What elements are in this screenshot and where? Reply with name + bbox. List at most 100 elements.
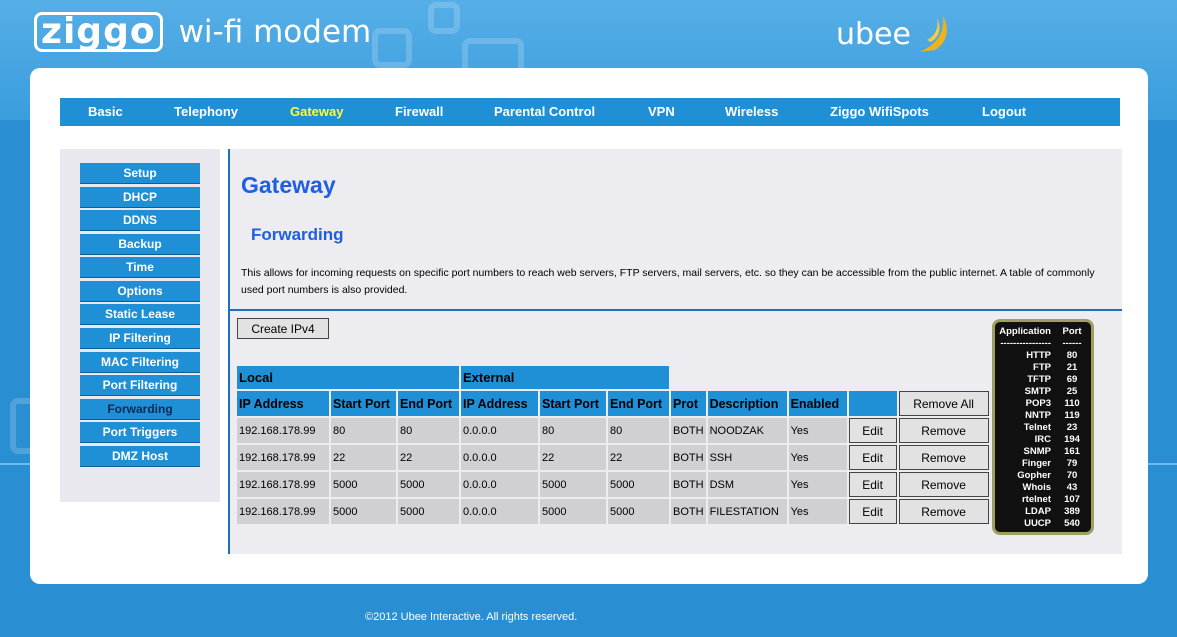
header-enabled: Enabled	[788, 391, 847, 416]
cell-description: DSM	[707, 472, 787, 497]
header-ext-start: Start Port	[540, 391, 606, 416]
header-ext-ip: IP Address	[461, 391, 538, 416]
group-spacer	[671, 366, 989, 389]
remove-all-button[interactable]: Remove All	[898, 391, 989, 416]
sidebar-item-backup[interactable]: Backup	[80, 234, 200, 254]
port-row: HTTP 80	[995, 350, 1091, 362]
port-row: Whois 43	[995, 482, 1091, 494]
cell-local-ip: 192.168.178.99	[237, 445, 329, 470]
edit-button[interactable]: Edit	[848, 499, 897, 524]
port-row: UUCP 540	[995, 518, 1091, 530]
port-app: Gopher	[1017, 470, 1051, 481]
page-title: Gateway	[241, 172, 336, 198]
nav-vpn[interactable]: VPN	[648, 104, 675, 119]
port-number: 161	[1064, 446, 1080, 457]
nav-basic[interactable]: Basic	[88, 104, 123, 119]
cell-ext-ip: 0.0.0.0	[461, 418, 538, 443]
nav-firewall[interactable]: Firewall	[395, 104, 443, 119]
cell-enabled: Yes	[788, 418, 847, 443]
sidebar-item-time[interactable]: Time	[80, 257, 200, 277]
page-description: This allows for incoming requests on spe…	[241, 267, 1095, 296]
cell-local-start: 80	[331, 418, 396, 443]
cell-ext-end: 22	[608, 445, 669, 470]
port-app: Telnet	[1023, 422, 1051, 433]
cell-description: FILESTATION	[707, 499, 787, 524]
decor-square	[372, 28, 412, 68]
cell-local-end: 80	[398, 418, 459, 443]
edit-button[interactable]: Edit	[848, 418, 897, 443]
nav-telephony[interactable]: Telephony	[174, 104, 238, 119]
edit-button[interactable]: Edit	[848, 472, 897, 497]
ports-dash-app: ----------------	[1000, 338, 1051, 349]
sidebar-item-mac-filtering[interactable]: MAC Filtering	[80, 352, 200, 372]
cell-local-ip: 192.168.178.99	[237, 499, 329, 524]
cell-ext-end: 5000	[608, 472, 669, 497]
header-description: Description	[707, 391, 787, 416]
sidebar-item-dmz-host[interactable]: DMZ Host	[80, 446, 200, 466]
table-row: 192.168.178.99 80 80 0.0.0.0 80 80 BOTH …	[237, 418, 989, 443]
bird-icon	[918, 16, 947, 52]
ports-head-port: Port	[1062, 326, 1082, 337]
table-row: 192.168.178.99 22 22 0.0.0.0 22 22 BOTH …	[237, 445, 989, 470]
sidebar-item-ip-filtering[interactable]: IP Filtering	[80, 328, 200, 348]
port-app: Finger	[1021, 458, 1051, 469]
cell-ext-end: 5000	[608, 499, 669, 524]
port-row: SNMP 161	[995, 446, 1091, 458]
header-local-end: End Port	[398, 391, 459, 416]
sidebar: Setup DHCP DDNS Backup Time Options Stat…	[60, 149, 220, 502]
ports-dash-port: ------	[1062, 338, 1082, 349]
sidebar-item-port-filtering[interactable]: Port Filtering	[80, 375, 200, 395]
nav-wireless[interactable]: Wireless	[725, 104, 778, 119]
remove-button[interactable]: Remove	[898, 499, 989, 524]
nav-gateway[interactable]: Gateway	[290, 104, 343, 119]
cell-ext-ip: 0.0.0.0	[461, 499, 538, 524]
sidebar-item-port-triggers[interactable]: Port Triggers	[80, 422, 200, 442]
cell-ext-ip: 0.0.0.0	[461, 445, 538, 470]
cell-ext-ip: 0.0.0.0	[461, 472, 538, 497]
divider	[230, 309, 1122, 311]
port-number: 119	[1064, 410, 1080, 421]
decor-square	[428, 2, 460, 34]
port-number: 110	[1064, 398, 1080, 409]
ports-dashes: ---------------- ------	[995, 338, 1091, 350]
remove-button[interactable]: Remove	[898, 445, 989, 470]
port-row: Gopher 70	[995, 470, 1091, 482]
app-title: wi-fi modem	[178, 14, 372, 50]
nav-logout[interactable]: Logout	[982, 104, 1026, 119]
cell-ext-start: 5000	[540, 472, 606, 497]
port-number: 43	[1066, 482, 1078, 493]
sidebar-item-static-lease[interactable]: Static Lease	[80, 304, 200, 324]
sidebar-item-options[interactable]: Options	[80, 281, 200, 301]
nav-ziggo-wifispots[interactable]: Ziggo WifiSpots	[830, 104, 929, 119]
common-ports-panel: Application Port ---------------- ------…	[992, 319, 1094, 535]
cell-local-end: 22	[398, 445, 459, 470]
port-app: rtelnet	[1021, 494, 1051, 505]
port-app: IRC	[1034, 434, 1051, 445]
remove-button[interactable]: Remove	[898, 418, 989, 443]
ubee-logo: ubee	[836, 12, 953, 56]
port-app: SNMP	[1023, 446, 1051, 457]
edit-button[interactable]: Edit	[848, 445, 897, 470]
sidebar-item-setup[interactable]: Setup	[80, 163, 200, 183]
nav-parental-control[interactable]: Parental Control	[494, 104, 595, 119]
header-edit-spacer	[848, 391, 897, 416]
port-number: 80	[1066, 350, 1078, 361]
remove-button[interactable]: Remove	[898, 472, 989, 497]
port-app: SMTP	[1024, 386, 1051, 397]
port-number: 194	[1064, 434, 1080, 445]
cell-local-start: 22	[331, 445, 396, 470]
cell-prot: BOTH	[671, 472, 706, 497]
content-area: Gateway Forwarding This allows for incom…	[228, 149, 1122, 554]
port-row: rtelnet 107	[995, 494, 1091, 506]
sidebar-item-forwarding[interactable]: Forwarding	[80, 399, 200, 419]
port-number: 540	[1064, 518, 1080, 529]
sidebar-item-ddns[interactable]: DDNS	[80, 210, 200, 230]
cell-local-end: 5000	[398, 499, 459, 524]
cell-ext-start: 22	[540, 445, 606, 470]
port-row: TFTP 69	[995, 374, 1091, 386]
header-local-start: Start Port	[331, 391, 396, 416]
port-row: Telnet 23	[995, 422, 1091, 434]
sidebar-item-dhcp[interactable]: DHCP	[80, 187, 200, 207]
create-ipv4-button[interactable]: Create IPv4	[237, 318, 329, 339]
table-row: 192.168.178.99 5000 5000 0.0.0.0 5000 50…	[237, 472, 989, 497]
